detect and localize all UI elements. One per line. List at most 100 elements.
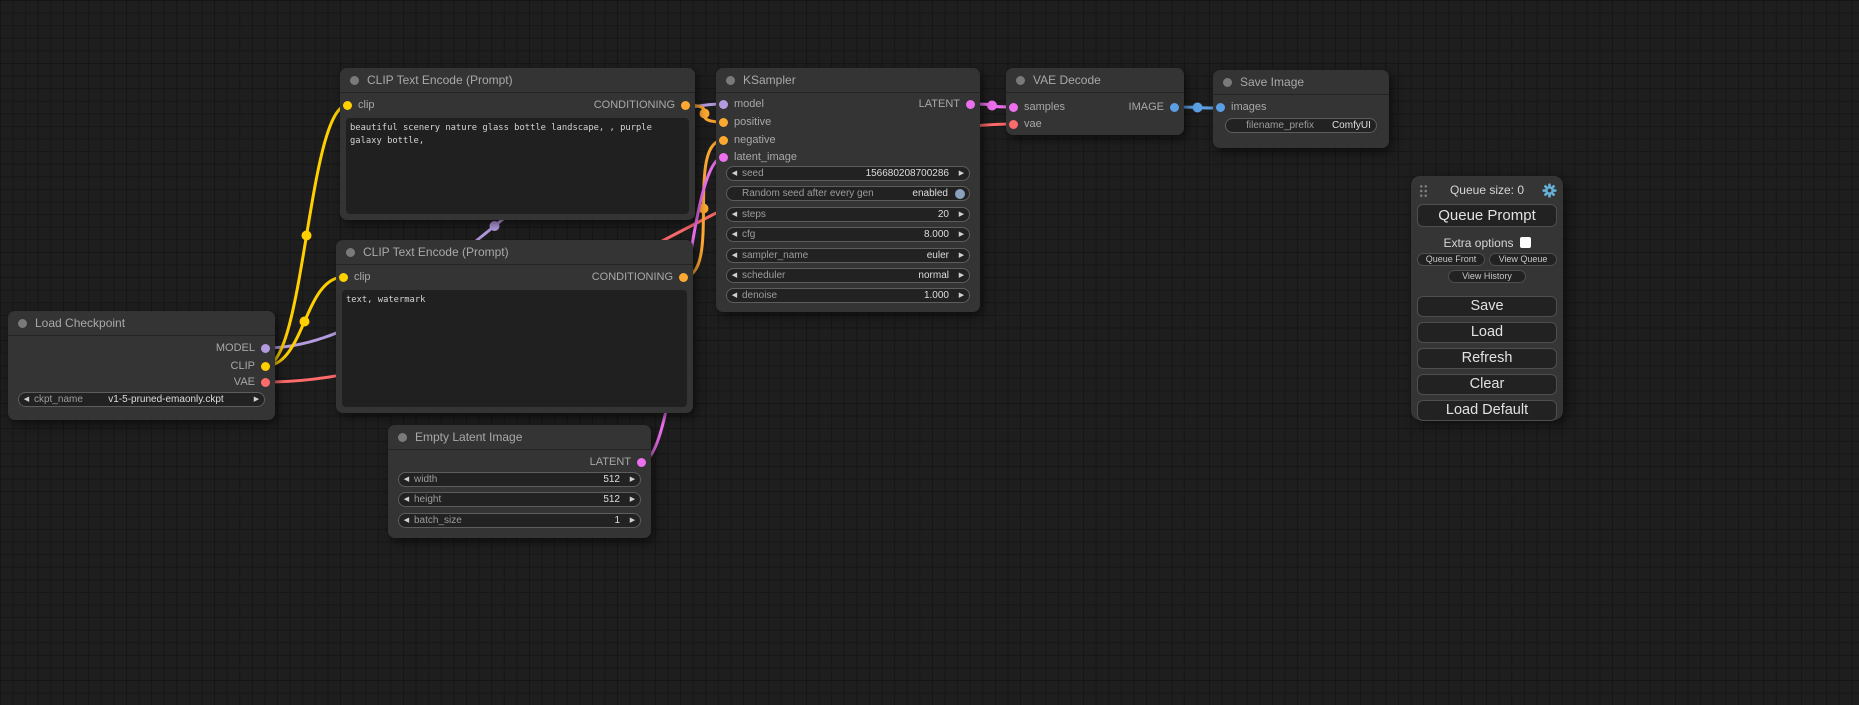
toggle-indicator-icon[interactable] (955, 189, 965, 199)
node-clip-text-encode-positive[interactable]: CLIP Text Encode (Prompt) clip CONDITION… (340, 68, 695, 220)
widget-label: width (414, 474, 437, 485)
widget-label: seed (742, 168, 764, 179)
refresh-button[interactable]: Refresh (1417, 348, 1557, 369)
positive-conditioning-link-dot (700, 109, 710, 119)
widget-value: 8.000 (755, 229, 954, 240)
node-title-bar[interactable]: KSampler (716, 68, 980, 93)
random-seed-toggle-widget[interactable]: Random seed after every gen enabled (726, 186, 970, 201)
node-vae-decode[interactable]: VAE Decode samples IMAGE vae (1006, 68, 1184, 135)
save-button[interactable]: Save (1417, 296, 1557, 317)
clip-to-positive-link-dot (302, 231, 312, 241)
widget-value: 156680208700286 (764, 168, 954, 179)
vae-input-slot[interactable] (1009, 120, 1018, 129)
positive-input-slot[interactable] (719, 118, 728, 127)
collapse-dot-icon[interactable] (346, 248, 355, 257)
left-arrow-icon[interactable]: ◀ (399, 473, 414, 486)
latent-image-input-slot[interactable] (719, 153, 728, 162)
collapse-dot-icon[interactable] (1223, 78, 1232, 87)
filename-prefix-widget[interactable]: filename_prefix ComfyUI (1225, 118, 1377, 133)
widget-label: filename_prefix (1246, 120, 1314, 131)
clear-button[interactable]: Clear (1417, 374, 1557, 395)
vae-output-slot[interactable] (261, 378, 270, 387)
right-arrow-icon[interactable]: ▶ (249, 393, 264, 406)
left-arrow-icon[interactable]: ◀ (399, 514, 414, 527)
ckpt-name-widget[interactable]: ◀ ckpt_name v1-5-pruned-emaonly.ckpt ▶ (18, 392, 265, 407)
steps-widget[interactable]: ◀ steps 20 ▶ (726, 207, 970, 222)
batch-size-widget[interactable]: ◀ batch_size 1 ▶ (398, 513, 641, 528)
negative-input-slot[interactable] (719, 136, 728, 145)
collapse-dot-icon[interactable] (18, 319, 27, 328)
model-link-dot (490, 221, 500, 231)
node-title-bar[interactable]: Save Image (1213, 70, 1389, 95)
widget-value: 1.000 (777, 290, 954, 301)
input-label-vae: vae (1024, 117, 1042, 132)
widget-label: cfg (742, 229, 755, 240)
right-arrow-icon[interactable]: ▶ (954, 228, 969, 241)
node-title-bar[interactable]: Empty Latent Image (388, 425, 651, 450)
left-arrow-icon[interactable]: ◀ (727, 228, 742, 241)
right-arrow-icon[interactable]: ▶ (954, 269, 969, 282)
prompt-textarea[interactable]: beautiful scenery nature glass bottle la… (346, 118, 689, 214)
node-clip-text-encode-negative[interactable]: CLIP Text Encode (Prompt) clip CONDITION… (336, 240, 693, 413)
latent-output-slot[interactable] (637, 458, 646, 467)
collapse-dot-icon[interactable] (398, 433, 407, 442)
right-arrow-icon[interactable]: ▶ (625, 514, 640, 527)
node-save-image[interactable]: Save Image images filename_prefix ComfyU… (1213, 70, 1389, 148)
load-default-button[interactable]: Load Default (1417, 400, 1557, 421)
node-title-bar[interactable]: CLIP Text Encode (Prompt) (340, 68, 695, 93)
left-arrow-icon[interactable]: ◀ (727, 208, 742, 221)
output-label-image: IMAGE (1129, 100, 1164, 115)
right-arrow-icon[interactable]: ▶ (625, 473, 640, 486)
view-history-button[interactable]: View History (1448, 270, 1526, 283)
widget-value: euler (808, 250, 954, 261)
widget-value: 20 (766, 209, 954, 220)
latent-output-slot[interactable] (966, 100, 975, 109)
queue-front-button[interactable]: Queue Front (1417, 253, 1485, 266)
node-title-bar[interactable]: VAE Decode (1006, 68, 1184, 93)
right-arrow-icon[interactable]: ▶ (954, 167, 969, 180)
left-arrow-icon[interactable]: ◀ (727, 289, 742, 302)
images-input-slot[interactable] (1216, 103, 1225, 112)
denoise-widget[interactable]: ◀ denoise 1.000 ▶ (726, 288, 970, 303)
height-widget[interactable]: ◀ height 512 ▶ (398, 492, 641, 507)
right-arrow-icon[interactable]: ▶ (954, 208, 969, 221)
drag-handle-icon[interactable] (1419, 184, 1428, 198)
input-label-latent-image: latent_image (734, 150, 797, 165)
collapse-dot-icon[interactable] (726, 76, 735, 85)
cfg-widget[interactable]: ◀ cfg 8.000 ▶ (726, 227, 970, 242)
sampler-name-widget[interactable]: ◀ sampler_name euler ▶ (726, 248, 970, 263)
left-arrow-icon[interactable]: ◀ (727, 269, 742, 282)
view-queue-button[interactable]: View Queue (1489, 253, 1557, 266)
load-button[interactable]: Load (1417, 322, 1557, 343)
seed-widget[interactable]: ◀ seed 156680208700286 ▶ (726, 166, 970, 181)
node-title-bar[interactable]: Load Checkpoint (8, 311, 275, 336)
conditioning-output-slot[interactable] (679, 273, 688, 282)
gear-icon[interactable] (1542, 183, 1557, 198)
graph-canvas[interactable]: Load Checkpoint MODEL CLIP VAE ◀ ckpt_na… (0, 0, 1859, 705)
node-load-checkpoint[interactable]: Load Checkpoint MODEL CLIP VAE ◀ ckpt_na… (8, 311, 275, 420)
model-output-slot[interactable] (261, 344, 270, 353)
scheduler-widget[interactable]: ◀ scheduler normal ▶ (726, 268, 970, 283)
collapse-dot-icon[interactable] (350, 76, 359, 85)
node-ksampler[interactable]: KSampler model LATENT positive negative … (716, 68, 980, 312)
prompt-textarea[interactable]: text, watermark (342, 290, 687, 407)
extra-options-label: Extra options (1443, 236, 1513, 250)
conditioning-output-slot[interactable] (681, 101, 690, 110)
left-arrow-icon[interactable]: ◀ (727, 167, 742, 180)
output-label-latent: LATENT (590, 455, 631, 470)
node-empty-latent-image[interactable]: Empty Latent Image LATENT ◀ width 512 ▶ … (388, 425, 651, 538)
image-output-slot[interactable] (1170, 103, 1179, 112)
clip-output-slot[interactable] (261, 362, 270, 371)
right-arrow-icon[interactable]: ▶ (954, 249, 969, 262)
node-title-bar[interactable]: CLIP Text Encode (Prompt) (336, 240, 693, 265)
right-arrow-icon[interactable]: ▶ (625, 493, 640, 506)
left-arrow-icon[interactable]: ◀ (399, 493, 414, 506)
extra-options-checkbox[interactable] (1520, 237, 1531, 248)
left-arrow-icon[interactable]: ◀ (19, 393, 34, 406)
right-arrow-icon[interactable]: ▶ (954, 289, 969, 302)
node-title: Load Checkpoint (35, 316, 125, 330)
collapse-dot-icon[interactable] (1016, 76, 1025, 85)
left-arrow-icon[interactable]: ◀ (727, 249, 742, 262)
queue-prompt-button[interactable]: Queue Prompt (1417, 204, 1557, 227)
width-widget[interactable]: ◀ width 512 ▶ (398, 472, 641, 487)
